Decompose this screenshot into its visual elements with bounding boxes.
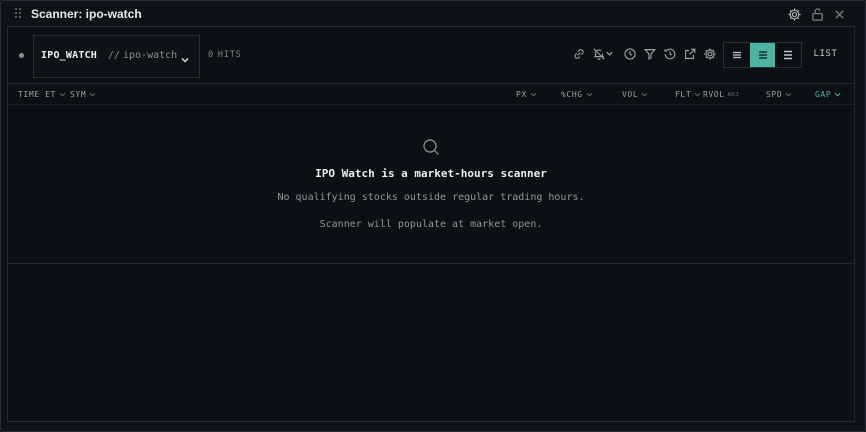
chevron-down-icon[interactable] [605, 49, 614, 58]
chevron-down-icon [641, 92, 648, 98]
close-icon[interactable] [832, 7, 847, 22]
chevron-down-icon [586, 92, 593, 98]
external-link-icon[interactable] [683, 47, 697, 61]
empty-state-submessage: Scanner will populate at market open. [319, 219, 543, 230]
col-time[interactable]: TIME ET [18, 90, 66, 99]
filter-icon[interactable] [643, 47, 657, 61]
col-px-label: PX [516, 90, 527, 99]
col-rvol[interactable]: RVOL ADJ [703, 90, 739, 99]
search-icon [421, 137, 441, 157]
col-rvol-label: RVOL [703, 90, 725, 99]
chevron-down-icon [59, 92, 66, 98]
normal-lines-icon [758, 51, 767, 59]
col-flt[interactable]: FLT [675, 90, 701, 99]
view-expanded-button[interactable] [775, 43, 801, 67]
col-chg[interactable]: %CHG [561, 90, 593, 99]
col-gap[interactable]: GAP [815, 90, 841, 99]
chevron-down-icon [694, 92, 701, 98]
col-vol-label: VOL [622, 90, 639, 99]
status-indicator [19, 53, 24, 58]
col-time-label: TIME ET [18, 90, 56, 99]
view-compact-button[interactable] [724, 43, 750, 67]
unlock-icon[interactable] [810, 7, 825, 22]
scanner-panel: IPO_WATCH // ipo-watch 0 HITS LIST TIME … [7, 26, 855, 422]
chevron-down-icon [89, 92, 96, 98]
watchlist-name: IPO_WATCH [41, 50, 97, 61]
chevron-down-icon [530, 92, 537, 98]
title-bar[interactable]: Scanner: ipo-watch [1, 1, 865, 27]
chevron-down-icon [180, 52, 190, 63]
empty-state-title: IPO Watch is a market-hours scanner [315, 167, 547, 180]
col-sym-label: SYM [70, 90, 87, 99]
col-spd-label: SPD [766, 90, 783, 99]
view-density-toggle [723, 42, 802, 68]
col-flt-label: FLT [675, 90, 692, 99]
empty-state-message: No qualifying stocks outside regular tra… [277, 192, 585, 203]
clock-icon[interactable] [623, 47, 637, 61]
hits-counter: 0 HITS [208, 50, 246, 60]
view-normal-button[interactable] [749, 43, 776, 67]
gear-icon[interactable] [787, 7, 802, 22]
drag-handle-icon[interactable] [15, 8, 23, 20]
column-headers: TIME ET SYM PX %CHG VOL FLT RVOL ADJ SPD… [8, 85, 854, 105]
gear-icon[interactable] [703, 47, 717, 61]
col-gap-label: GAP [815, 90, 832, 99]
col-px[interactable]: PX [516, 90, 537, 99]
col-vol[interactable]: VOL [622, 90, 648, 99]
sort-desc-icon [834, 92, 841, 98]
window-title: Scanner: ipo-watch [31, 7, 142, 21]
col-chg-label: %CHG [561, 90, 583, 99]
compact-lines-icon [732, 51, 741, 59]
col-sym[interactable]: SYM [70, 90, 96, 99]
scanner-window: Scanner: ipo-watch IPO_WATCH // ipo-watc… [0, 0, 866, 432]
scanner-toolbar: IPO_WATCH // ipo-watch 0 HITS LIST [8, 27, 854, 84]
col-rvol-adj-badge: ADJ [727, 91, 739, 98]
col-spd[interactable]: SPD [766, 90, 792, 99]
history-icon[interactable] [663, 47, 677, 61]
chevron-down-icon [785, 92, 792, 98]
link-icon[interactable] [572, 47, 586, 61]
bell-off-icon[interactable] [592, 47, 606, 61]
hits-label: HITS [217, 50, 242, 60]
watchlist-selector[interactable]: IPO_WATCH // ipo-watch [33, 35, 200, 78]
empty-state: IPO Watch is a market-hours scanner No q… [8, 106, 854, 264]
watchlist-separator: // [108, 50, 121, 61]
hits-count: 0 [208, 50, 214, 60]
watchlist-id: ipo-watch [123, 50, 178, 61]
list-view-button[interactable]: LIST [808, 42, 843, 66]
expanded-lines-icon [784, 50, 793, 60]
